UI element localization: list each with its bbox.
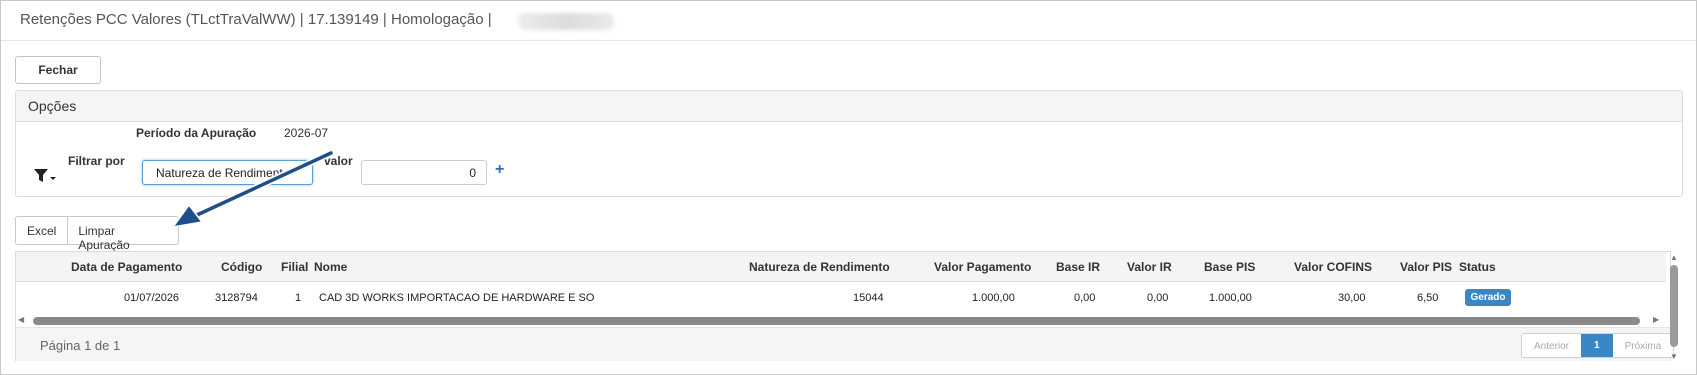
column-header[interactable]: Valor IR	[1127, 260, 1172, 274]
column-header[interactable]: Código	[221, 260, 262, 274]
cell-filial: 1	[295, 292, 302, 304]
column-header[interactable]: Base PIS	[1204, 260, 1255, 274]
limpar-apuracao-button[interactable]: Limpar Apuração	[67, 217, 178, 252]
cell-valor-pis: 6,50	[1417, 292, 1439, 304]
pagination: Anterior 1 Próxima	[1521, 333, 1675, 358]
grid-header: Data de Pagamento Código Filial Nome Nat…	[16, 252, 1666, 282]
opcoes-title: Opções	[28, 98, 77, 114]
fechar-button[interactable]: Fechar	[15, 56, 101, 84]
valor-input[interactable]: 0	[361, 160, 487, 185]
title-bar: Retenções PCC Valores (TLctTraValWW) | 1…	[1, 1, 1696, 41]
plus-icon[interactable]: +	[495, 161, 504, 179]
excel-button[interactable]: Excel	[16, 217, 67, 244]
scroll-left-arrow-icon[interactable]: ◀	[18, 315, 24, 324]
filtrar-label: Filtrar por	[68, 154, 125, 168]
page-info: Página 1 de 1	[40, 338, 121, 353]
grid-footer: Página 1 de 1 Anterior 1 Próxima	[16, 327, 1675, 361]
periodo-value: 2026-07	[284, 126, 329, 140]
column-header[interactable]: Valor Pagamento	[934, 260, 1031, 274]
cell-valor-cofins: 30,00	[1338, 292, 1366, 304]
column-header[interactable]: Filial	[281, 260, 308, 274]
column-header[interactable]: Valor PIS	[1400, 260, 1452, 274]
app-window: Retenções PCC Valores (TLctTraValWW) | 1…	[0, 0, 1697, 375]
scroll-down-arrow-icon[interactable]: ▼	[1670, 352, 1678, 361]
page-1-button[interactable]: 1	[1581, 334, 1613, 357]
status-badge: Gerado	[1465, 289, 1511, 306]
column-header[interactable]: Natureza de Rendimento	[749, 260, 890, 274]
vertical-scrollbar[interactable]	[1670, 265, 1678, 347]
opcoes-panel-header: Opções	[16, 91, 1682, 122]
window-title: Retenções PCC Valores (TLctTraValWW) | 1…	[20, 11, 492, 28]
cell-natureza: 15044	[853, 292, 884, 304]
periodo-label: Período da Apuração	[136, 126, 257, 140]
cell-valor-ir: 0,00	[1147, 292, 1169, 304]
column-header[interactable]: Status	[1459, 260, 1496, 274]
scroll-right-arrow-icon[interactable]: ▶	[1653, 315, 1659, 324]
scroll-up-arrow-icon[interactable]: ▲	[1670, 253, 1678, 262]
filter-field-select[interactable]: Natureza de Rendimento	[142, 160, 313, 185]
valor-label: valor	[324, 154, 353, 168]
grid-actions-group: Excel Limpar Apuração	[15, 216, 180, 252]
column-header[interactable]: Valor COFINS	[1294, 260, 1372, 274]
next-page-button[interactable]: Próxima	[1613, 334, 1674, 357]
cell-base-pis: 1.000,00	[1209, 292, 1252, 304]
cell-codigo: 3128794	[215, 292, 258, 304]
cell-base-ir: 0,00	[1074, 292, 1096, 304]
redacted-environment	[518, 13, 614, 30]
filter-dropdown-icon[interactable]	[34, 168, 58, 184]
previous-page-button[interactable]: Anterior	[1522, 334, 1581, 357]
table-row[interactable]: 01/07/2026 3128794 1 CAD 3D WORKS IMPORT…	[16, 283, 1666, 313]
horizontal-scrollbar[interactable]	[33, 317, 1640, 325]
column-header[interactable]: Base IR	[1056, 260, 1100, 274]
cell-data-pagamento: 01/07/2026	[124, 292, 180, 304]
cell-valor-pagamento: 1.000,00	[972, 292, 1015, 304]
column-header[interactable]: Data de Pagamento	[71, 260, 182, 274]
cell-nome: CAD 3D WORKS IMPORTACAO DE HARDWARE E SO	[319, 292, 595, 304]
column-header[interactable]: Nome	[314, 260, 347, 274]
